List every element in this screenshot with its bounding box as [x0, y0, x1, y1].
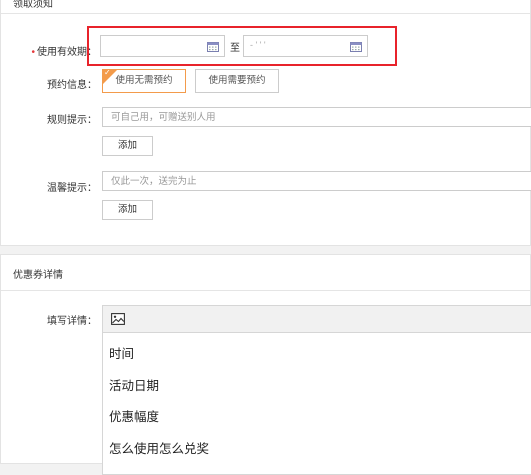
- section-divider: [1, 290, 530, 291]
- highlight-box: [87, 26, 397, 66]
- option-need-reservation[interactable]: 使用需要预约: [195, 69, 279, 93]
- warm-tip-input[interactable]: [103, 172, 531, 190]
- validity-label: • 使用有效期：: [15, 43, 97, 58]
- editor-line: 时间: [109, 347, 135, 361]
- section-divider: [1, 13, 530, 14]
- rules-panel: 领取须知 • 使用有效期： 至 - ' ' ' 预约信息： ✓ 使用无需预约 使…: [0, 0, 531, 246]
- required-mark: •: [31, 47, 35, 58]
- rule-tip-add-button[interactable]: 添加: [102, 136, 153, 156]
- rule-tip-input[interactable]: [103, 108, 531, 126]
- detail-editor[interactable]: 时间 活动日期 优惠幅度 怎么使用怎么兑奖: [102, 305, 531, 475]
- editor-line: 活动日期: [109, 379, 160, 393]
- editor-line: 怎么使用怎么兑奖: [109, 442, 210, 456]
- warm-tip-field[interactable]: [102, 171, 531, 191]
- warm-tip-add-button[interactable]: 添加: [102, 200, 153, 220]
- detail-section-title: 优惠券详情: [13, 270, 63, 281]
- detail-label: 填写详情：: [47, 316, 97, 327]
- check-icon: ✓: [104, 69, 111, 77]
- warm-tip-label: 温馨提示：: [47, 183, 97, 194]
- editor-toolbar: [103, 306, 531, 333]
- rules-section-title: 领取须知: [13, 0, 53, 10]
- image-icon[interactable]: [111, 313, 125, 325]
- rule-tip-field[interactable]: [102, 107, 531, 127]
- option-label: 使用无需预约: [115, 75, 173, 86]
- rule-tip-label: 规则提示：: [47, 115, 97, 126]
- reservation-label: 预约信息：: [47, 80, 97, 91]
- editor-line: 优惠幅度: [109, 410, 160, 424]
- option-label: 使用需要预约: [208, 75, 266, 86]
- detail-panel: 优惠券详情 填写详情： 时间 活动日期 优惠幅度 怎么使用怎么兑奖: [0, 254, 531, 475]
- option-no-reservation[interactable]: ✓ 使用无需预约: [102, 69, 186, 93]
